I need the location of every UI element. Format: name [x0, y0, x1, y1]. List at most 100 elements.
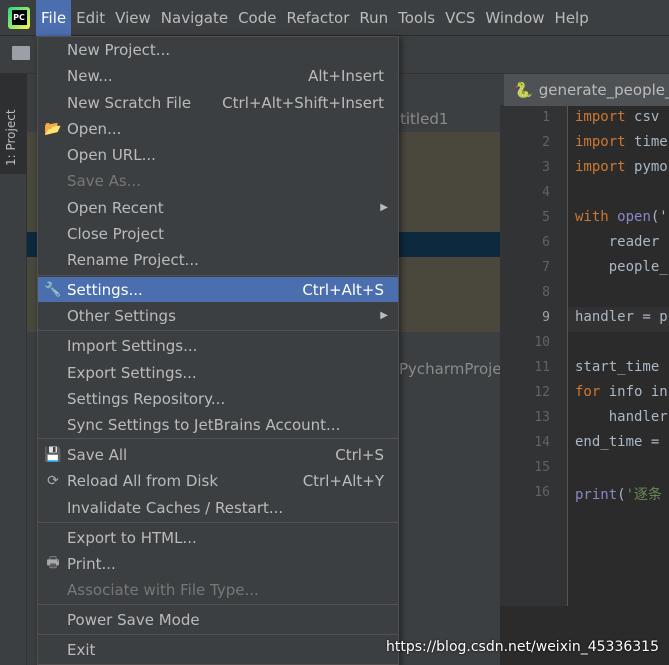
line-number: 13	[534, 410, 550, 425]
menu-item-import-settings[interactable]: Import Settings...	[38, 333, 398, 358]
line-number: 8	[542, 285, 550, 300]
printer-icon: 🖶	[46, 554, 60, 571]
wrench-icon: 🔧	[44, 281, 62, 298]
menu-item-label: Save All	[67, 445, 128, 464]
menu-item-save-as[interactable]: Save As...	[38, 168, 398, 193]
menu-vcs[interactable]: VCS	[440, 0, 480, 36]
line-number: 2	[542, 135, 550, 150]
menu-item-reload-all-from-disk[interactable]: ⟳ Reload All from Disk Ctrl+Alt+Y	[38, 468, 398, 493]
watermark: https://blog.csdn.net/weixin_45336315	[385, 639, 659, 655]
menu-item-shortcut: Ctrl+S	[335, 445, 384, 464]
menu-item-label: Invalidate Caches / Restart...	[67, 498, 284, 517]
submenu-arrow-icon: ▶	[380, 202, 388, 213]
menu-item-open-recent[interactable]: Open Recent ▶	[38, 195, 398, 220]
line-number: 7	[542, 260, 550, 275]
code-token: open	[617, 209, 651, 225]
code-line: import pymo	[575, 159, 668, 175]
line-number: 9	[542, 310, 550, 325]
code-token: reader	[575, 234, 660, 250]
menu-item-label: New...	[67, 66, 113, 85]
menu-item-export-settings[interactable]: Export Settings...	[38, 360, 398, 385]
menu-separator	[38, 604, 398, 605]
menu-tools[interactable]: Tools	[393, 0, 440, 36]
menu-item-label: Rename Project...	[67, 250, 199, 269]
menu-file[interactable]: File	[36, 0, 72, 36]
menu-item-print[interactable]: 🖶 Print...	[38, 551, 398, 576]
menu-item-label: Import Settings...	[67, 336, 198, 355]
code-token: import	[575, 109, 626, 125]
folder-icon[interactable]	[12, 46, 30, 60]
line-number: 6	[542, 235, 550, 250]
menu-window[interactable]: Window	[480, 0, 549, 36]
menu-code[interactable]: Code	[233, 0, 281, 36]
menu-item-label: Sync Settings to JetBrains Account...	[67, 415, 341, 434]
menu-item-label: Print...	[67, 554, 116, 573]
menu-item-associate-with-file-type[interactable]: Associate with File Type...	[38, 577, 398, 602]
menu-item-open[interactable]: 📂 Open...	[38, 116, 398, 141]
menu-item-label: Other Settings	[67, 306, 176, 325]
menu-item-power-save-mode[interactable]: Power Save Mode	[38, 607, 398, 632]
menu-navigate[interactable]: Navigate	[156, 0, 233, 36]
menu-refactor[interactable]: Refactor	[281, 0, 354, 36]
line-number: 12	[534, 385, 550, 400]
menu-item-rename-project[interactable]: Rename Project...	[38, 247, 398, 272]
menu-item-label: Export to HTML...	[67, 528, 197, 547]
project-tool-tab[interactable]: 1: Project	[0, 74, 27, 174]
menu-separator	[38, 634, 398, 635]
menu-help[interactable]: Help	[550, 0, 594, 36]
line-number: 4	[542, 185, 550, 200]
menu-run[interactable]: Run	[354, 0, 393, 36]
gutter	[500, 106, 568, 606]
code-token: end_time =	[575, 434, 660, 450]
menu-item-shortcut: Ctrl+Alt+Y	[302, 471, 384, 490]
menu-item-export-to-html[interactable]: Export to HTML...	[38, 525, 398, 550]
code-line: with open('	[575, 209, 668, 225]
menu-item-open-url[interactable]: Open URL...	[38, 142, 398, 167]
line-number: 5	[542, 210, 550, 225]
code-token: start_time	[575, 359, 660, 375]
code-line: for info in	[575, 384, 668, 400]
menu-item-close-project[interactable]: Close Project	[38, 221, 398, 246]
menu-separator	[38, 522, 398, 523]
python-file-icon: 🐍	[514, 81, 533, 99]
menu-item-new[interactable]: New... Alt+Insert	[38, 63, 398, 88]
menu-item-new-project[interactable]: New Project...	[38, 37, 398, 62]
code-line: reader	[575, 234, 660, 250]
menu-item-label: New Scratch File	[67, 93, 192, 112]
menu-item-shortcut: Ctrl+Alt+Shift+Insert	[222, 93, 384, 112]
menu-item-label: Exit	[67, 640, 96, 659]
editor-tab[interactable]: 🐍 generate_people_i	[504, 74, 669, 106]
code-token: ('	[650, 209, 668, 225]
code-token: handler = p	[575, 309, 668, 325]
menu-item-settings[interactable]: 🔧 Settings... Ctrl+Alt+S	[38, 277, 398, 302]
menu-item-new-scratch-file[interactable]: New Scratch File Ctrl+Alt+Shift+Insert	[38, 90, 398, 115]
code-line: import time	[575, 134, 668, 150]
menu-item-exit[interactable]: Exit	[38, 637, 398, 662]
menu-item-save-all[interactable]: 💾 Save All Ctrl+S	[38, 442, 398, 467]
line-number: 15	[534, 460, 550, 475]
code-token: (	[617, 487, 626, 503]
code-token: '逐条	[625, 487, 663, 503]
menu-item-other-settings[interactable]: Other Settings ▶	[38, 303, 398, 328]
menu-edit[interactable]: Edit	[71, 0, 110, 36]
code-token: print	[575, 487, 618, 503]
code-token: time	[634, 134, 668, 150]
folder-open-icon: 📂	[44, 120, 62, 137]
menu-item-sync-settings-to-jetbrains-account[interactable]: Sync Settings to JetBrains Account...	[38, 412, 398, 437]
menu-item-shortcut: Alt+Insert	[308, 66, 384, 85]
menu-item-label: New Project...	[67, 40, 171, 59]
menu-view[interactable]: View	[110, 0, 156, 36]
menu-item-label: Export Settings...	[67, 363, 197, 382]
menu-item-label: Close Project	[67, 224, 164, 243]
menu-item-label: Settings Repository...	[67, 389, 226, 408]
code-token: people_	[575, 259, 668, 275]
line-number: 1	[542, 110, 550, 125]
line-number: 3	[542, 160, 550, 175]
menu-separator	[38, 330, 398, 331]
code-token: csv	[634, 109, 660, 125]
menu-item-label: Open URL...	[67, 145, 156, 164]
menu-item-settings-repository[interactable]: Settings Repository...	[38, 386, 398, 411]
menu-item-invalidate-caches-restart[interactable]: Invalidate Caches / Restart...	[38, 495, 398, 520]
code-token: pymo	[634, 159, 668, 175]
submenu-arrow-icon: ▶	[380, 310, 388, 321]
